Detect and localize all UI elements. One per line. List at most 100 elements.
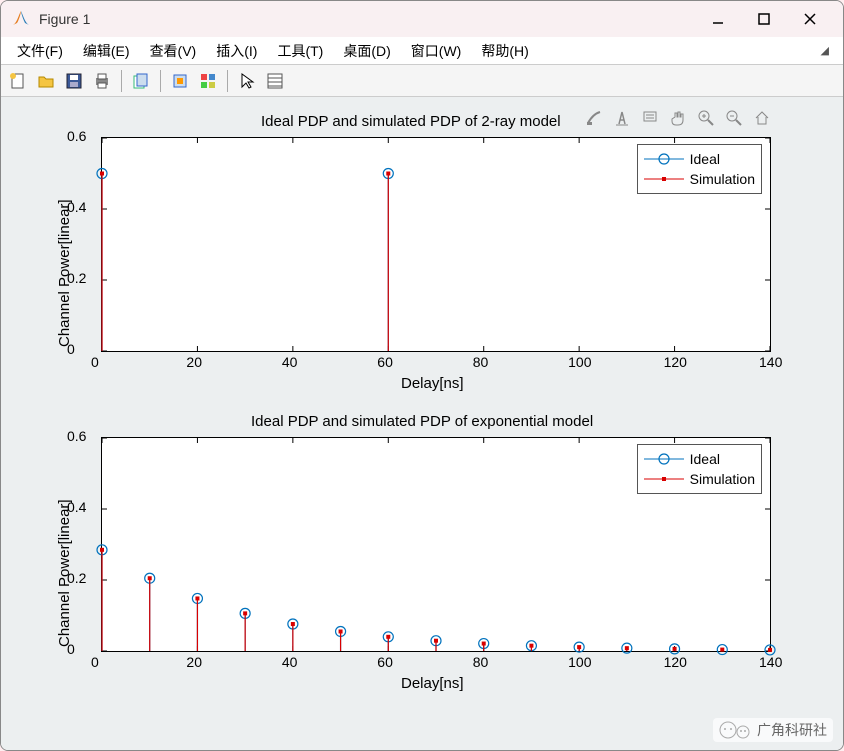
menu-insert[interactable]: 插入(I) [206, 39, 267, 63]
xtick-label: 120 [664, 654, 687, 670]
ytick-label: 0 [67, 341, 75, 357]
xtick-label: 0 [91, 354, 99, 370]
ytick-label: 0.2 [67, 270, 86, 286]
pan-button[interactable] [667, 107, 689, 129]
palette-button[interactable] [195, 68, 221, 94]
legend-row-sim: Simulation [644, 469, 755, 489]
open-file-button[interactable] [33, 68, 59, 94]
menu-window[interactable]: 窗口(W) [401, 39, 472, 63]
legend-label-sim: Simulation [690, 471, 755, 487]
xtick-label: 20 [186, 654, 202, 670]
menu-desktop[interactable]: 桌面(D) [333, 39, 400, 63]
legend-swatch-ideal [644, 151, 684, 167]
text-icon [613, 109, 631, 127]
close-button[interactable] [787, 4, 833, 34]
matlab-icon [11, 9, 31, 29]
zoom-out-icon [725, 109, 743, 127]
zoom-in-button[interactable] [695, 107, 717, 129]
menu-file[interactable]: 文件(F) [7, 39, 73, 63]
menu-overflow-icon[interactable]: ◢ [821, 44, 837, 57]
ytick-label: 0.6 [67, 128, 86, 144]
menu-view[interactable]: 查看(V) [140, 39, 207, 63]
toolbar-sep [227, 70, 228, 92]
axes-2-xlabel: Delay[ns] [401, 675, 464, 692]
axes-toolbar [583, 107, 773, 129]
menu-tools[interactable]: 工具(T) [267, 39, 333, 63]
axes-1-title: Ideal PDP and simulated PDP of 2-ray mod… [261, 113, 561, 130]
xtick-label: 80 [473, 354, 489, 370]
legend-row-sim: Simulation [644, 169, 755, 189]
pointer-icon [238, 72, 256, 90]
legend-label-ideal: Ideal [690, 151, 720, 167]
home-button[interactable] [751, 107, 773, 129]
xtick-label: 40 [282, 654, 298, 670]
props-icon [266, 72, 284, 90]
xtick-label: 100 [568, 354, 591, 370]
datatips-icon [641, 109, 659, 127]
zoom-out-button[interactable] [723, 107, 745, 129]
xtick-label: 60 [377, 654, 393, 670]
legend-2[interactable]: Ideal Simulation [637, 444, 762, 494]
zoom-in-icon [697, 109, 715, 127]
menu-edit[interactable]: 编辑(E) [73, 39, 140, 63]
xtick-label: 60 [377, 354, 393, 370]
legend-1[interactable]: Ideal Simulation [637, 144, 762, 194]
xtick-label: 140 [759, 654, 782, 670]
link-icon [171, 72, 189, 90]
annotate-button[interactable] [611, 107, 633, 129]
minimize-button[interactable] [695, 4, 741, 34]
open-folder-icon [37, 72, 55, 90]
figure-canvas: Ideal Simulation Ideal PDP and simulated… [1, 97, 843, 750]
legend-swatch-sim [644, 171, 684, 187]
legend-swatch-ideal [644, 451, 684, 467]
copy-icon [132, 72, 150, 90]
xtick-label: 140 [759, 354, 782, 370]
link-plot-button[interactable] [167, 68, 193, 94]
watermark-text: 广角科研社 [757, 720, 827, 740]
plot-tools-button[interactable] [262, 68, 288, 94]
xtick-label: 80 [473, 654, 489, 670]
xtick-label: 20 [186, 354, 202, 370]
pan-icon [669, 109, 687, 127]
brush-button[interactable] [583, 107, 605, 129]
maximize-button[interactable] [741, 4, 787, 34]
edit-pointer-button[interactable] [234, 68, 260, 94]
ytick-label: 0.4 [67, 199, 86, 215]
xtick-label: 120 [664, 354, 687, 370]
axes-2-title: Ideal PDP and simulated PDP of exponenti… [251, 413, 593, 430]
new-figure-button[interactable] [5, 68, 31, 94]
print-icon [93, 72, 111, 90]
ytick-label: 0.6 [67, 428, 86, 444]
axes-1-xlabel: Delay[ns] [401, 375, 464, 392]
legend-row-ideal: Ideal [644, 149, 755, 169]
wechat-icon [719, 721, 753, 739]
xtick-label: 40 [282, 354, 298, 370]
datatips-button[interactable] [639, 107, 661, 129]
toolbar-sep [121, 70, 122, 92]
menubar: 文件(F) 编辑(E) 查看(V) 插入(I) 工具(T) 桌面(D) 窗口(W… [1, 37, 843, 65]
close-icon [803, 12, 817, 26]
xtick-label: 0 [91, 654, 99, 670]
ytick-label: 0.4 [67, 499, 86, 515]
home-icon [753, 109, 771, 127]
xtick-label: 100 [568, 654, 591, 670]
print-button[interactable] [89, 68, 115, 94]
axes-1[interactable]: Ideal Simulation [101, 137, 771, 352]
ytick-label: 0.2 [67, 570, 86, 586]
save-button[interactable] [61, 68, 87, 94]
minimize-icon [711, 12, 725, 26]
figure-window: Figure 1 文件(F) 编辑(E) 查看(V) 插入(I) 工具(T) 桌… [0, 0, 844, 751]
axes-2[interactable]: Ideal Simulation [101, 437, 771, 652]
titlebar: Figure 1 [1, 1, 843, 37]
toolbar [1, 65, 843, 97]
legend-label-sim: Simulation [690, 171, 755, 187]
save-icon [65, 72, 83, 90]
menu-help[interactable]: 帮助(H) [471, 39, 538, 63]
ytick-label: 0 [67, 641, 75, 657]
copy-figure-button[interactable] [128, 68, 154, 94]
legend-row-ideal: Ideal [644, 449, 755, 469]
toolbar-sep [160, 70, 161, 92]
brush-icon [585, 109, 603, 127]
watermark: 广角科研社 [713, 718, 833, 742]
legend-swatch-sim [644, 471, 684, 487]
